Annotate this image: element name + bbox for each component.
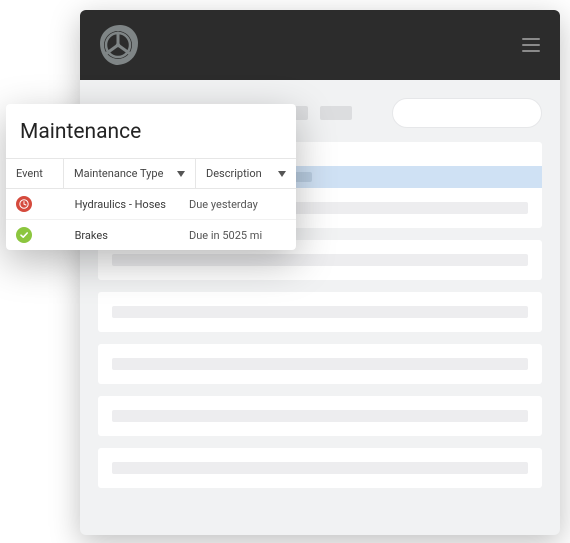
skeleton-bar: [112, 462, 528, 474]
skeleton-bar: [320, 106, 352, 120]
skeleton-bar: [112, 254, 528, 266]
column-label: Event: [16, 167, 43, 180]
list-card: [98, 448, 542, 488]
clock-icon: [16, 196, 32, 212]
type-cell: Brakes: [63, 229, 189, 242]
list-card: [98, 396, 542, 436]
chevron-down-icon: [278, 171, 286, 177]
table-row[interactable]: Hydraulics - Hoses Due yesterday: [6, 189, 296, 220]
maintenance-panel: Maintenance Event Maintenance Type Descr…: [6, 104, 296, 250]
table-row[interactable]: Brakes Due in 5025 mi: [6, 220, 296, 250]
column-event[interactable]: Event: [6, 159, 64, 188]
check-icon: [16, 227, 32, 243]
chevron-down-icon: [177, 171, 185, 177]
app-window: [80, 10, 560, 535]
menu-icon[interactable]: [522, 38, 540, 52]
list-card: [98, 344, 542, 384]
column-label: Description: [206, 167, 262, 180]
column-type[interactable]: Maintenance Type: [64, 159, 196, 188]
status-cell: [16, 196, 63, 212]
list-card: [98, 292, 542, 332]
panel-title: Maintenance: [6, 104, 296, 158]
table-header: Event Maintenance Type Description: [6, 158, 296, 189]
app-logo: [96, 21, 144, 69]
app-header: [80, 10, 560, 80]
status-cell: [16, 227, 63, 243]
skeleton-bar: [112, 410, 528, 422]
steering-wheel-icon: [98, 23, 142, 67]
column-label: Maintenance Type: [74, 167, 163, 180]
skeleton-bar: [112, 358, 528, 370]
description-cell: Due in 5025 mi: [189, 229, 286, 242]
column-description[interactable]: Description: [196, 159, 296, 188]
search-input[interactable]: [392, 98, 542, 128]
skeleton-bar: [112, 306, 528, 318]
description-cell: Due yesterday: [189, 198, 286, 211]
type-cell: Hydraulics - Hoses: [63, 198, 189, 211]
